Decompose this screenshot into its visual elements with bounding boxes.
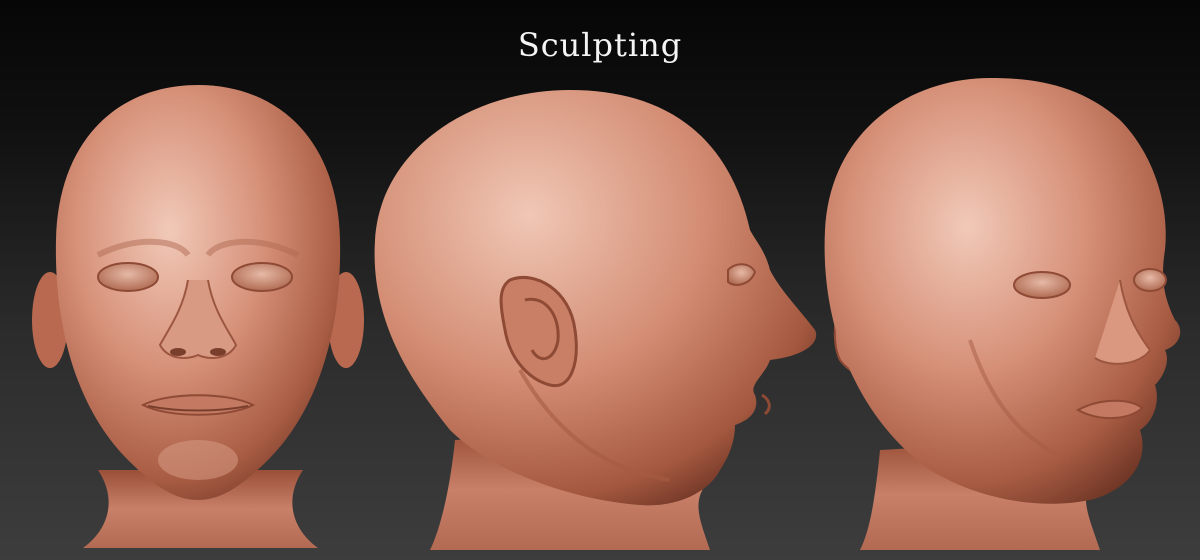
head-three-quarter-view bbox=[820, 0, 1190, 560]
head-side-view bbox=[370, 0, 830, 560]
sculpting-render: Sculpting bbox=[0, 0, 1200, 560]
head-front-view bbox=[28, 0, 368, 560]
